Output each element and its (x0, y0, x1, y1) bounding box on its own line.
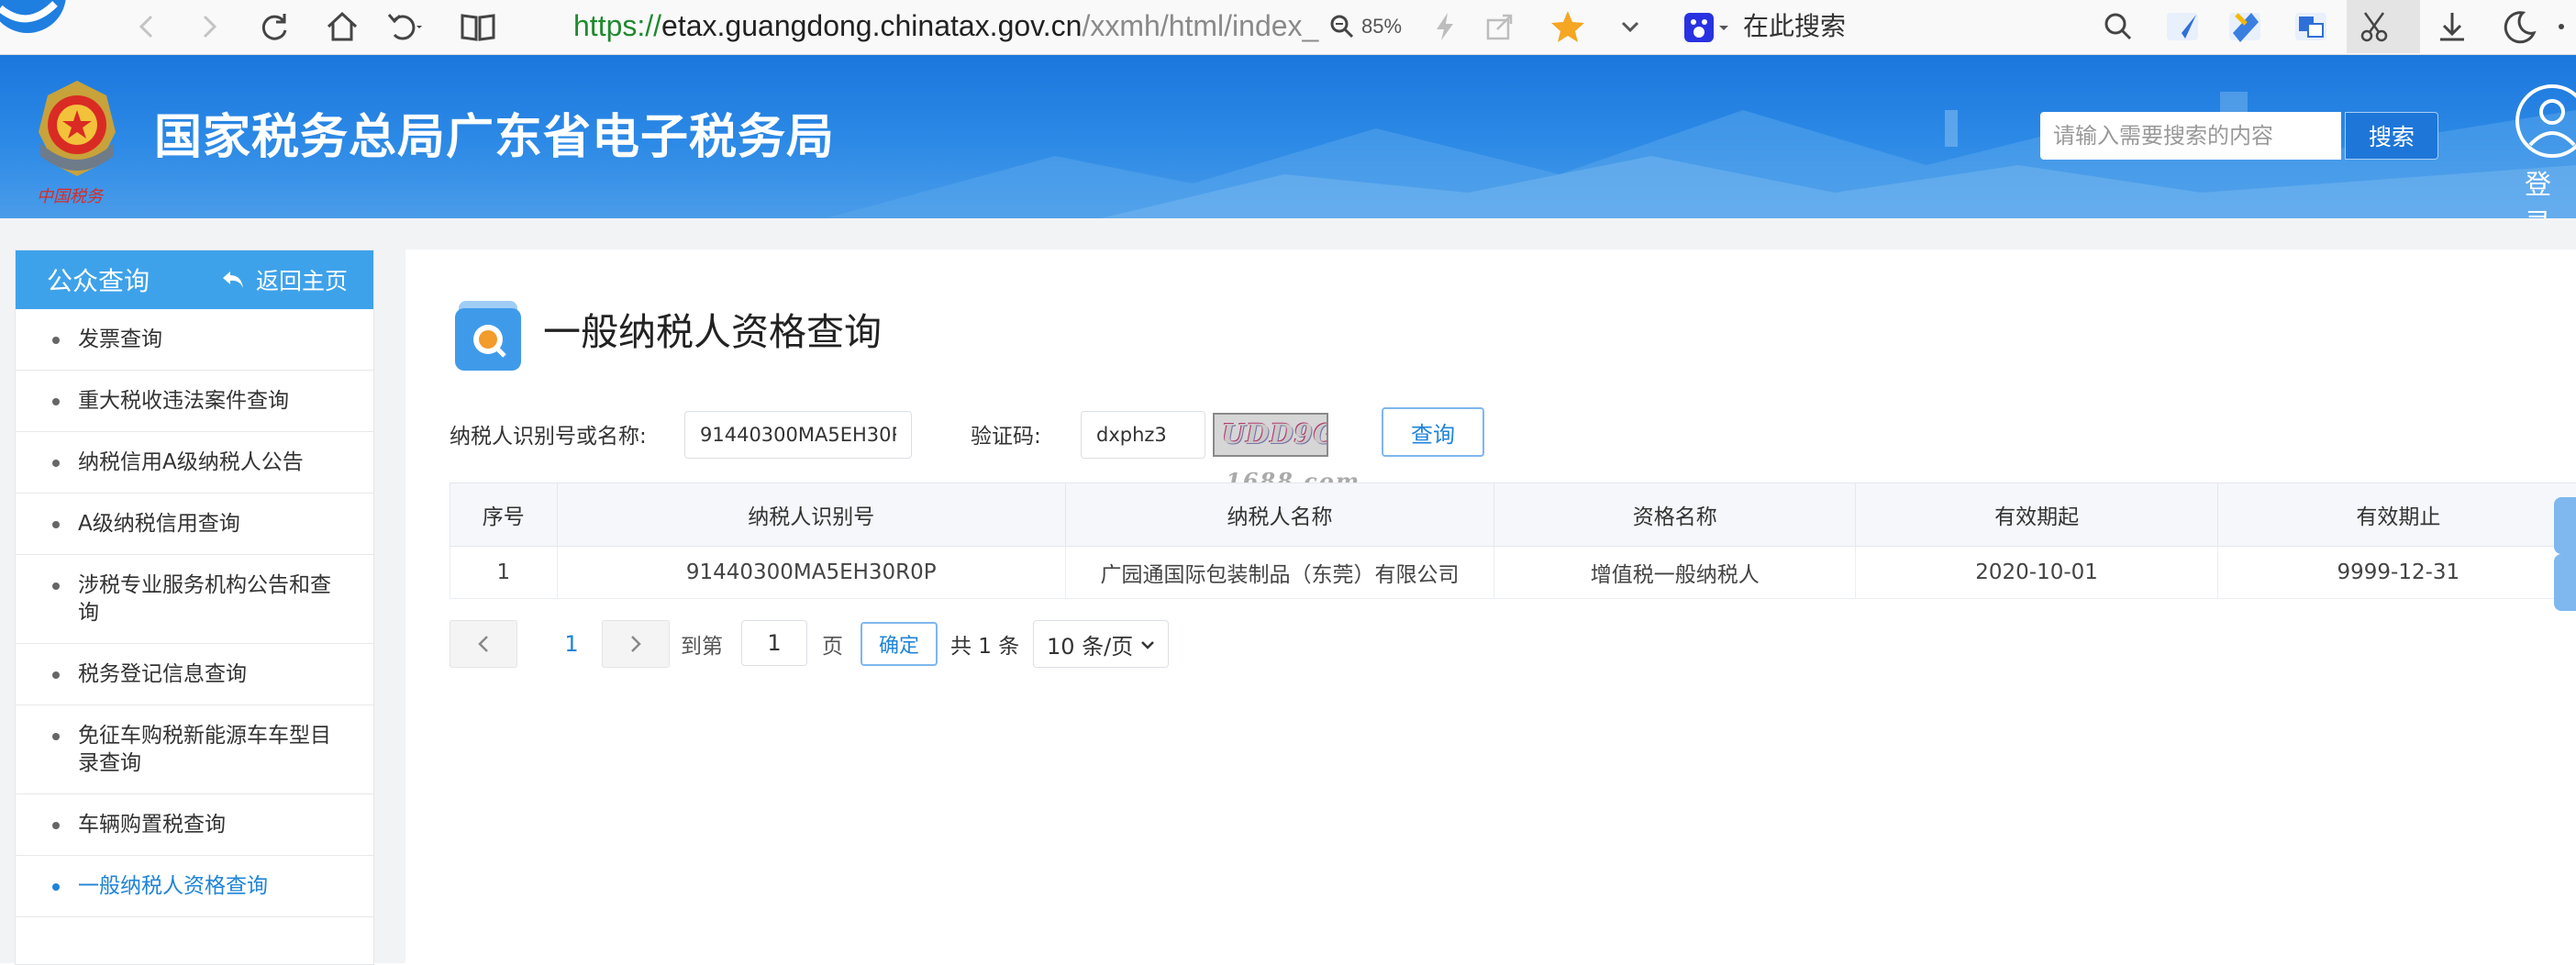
back-home-link[interactable]: 返回主页 (221, 263, 348, 296)
sidebar: 公众查询 返回主页 发票查询 重大税收违法案件查询 纳税信用A级纳税人公告 A级… (15, 250, 374, 965)
col-header-valid-to: 有效期止 (2217, 483, 2576, 547)
scissors-icon[interactable] (2354, 6, 2396, 48)
main-panel: 一般纳税人资格查询 纳税人识别号或名称: 验证码: UDD9G4 查询 1688… (405, 250, 2576, 963)
forward-icon[interactable] (187, 6, 229, 48)
result-table: 序号 纳税人识别号 纳税人名称 资格名称 有效期起 有效期止 1 9144030… (450, 482, 2576, 599)
table-header-row: 序号 纳税人识别号 纳税人名称 资格名称 有效期起 有效期止 (450, 483, 2576, 547)
chevron-down-icon[interactable] (1609, 6, 1651, 48)
browser-toolbar: https://etax.guangdong.chinatax.gov.cn/x… (0, 0, 2576, 55)
sidebar-title: 公众查询 (47, 261, 150, 298)
cell-valid-to: 9999-12-31 (2217, 547, 2576, 599)
header-search-button[interactable]: 搜索 (2345, 112, 2438, 160)
col-header-taxpayer-id: 纳税人识别号 (557, 483, 1065, 547)
pager-confirm-button[interactable]: 确定 (861, 622, 938, 666)
chevron-down-icon (1138, 636, 1157, 654)
sidebar-item-general-taxpayer[interactable]: 一般纳税人资格查询 (16, 856, 373, 917)
browser-search-box[interactable]: 在此搜索 (1681, 4, 2139, 50)
cell-taxpayer-name: 广园通国际包装制品（东莞）有限公司 (1065, 547, 1493, 599)
night-mode-icon[interactable] (2497, 6, 2539, 48)
sidebar-item-tax-registration[interactable]: 税务登记信息查询 (16, 644, 373, 705)
col-header-index: 序号 (450, 483, 558, 547)
page-size-select[interactable]: 10 条/页 (1033, 620, 1169, 668)
back-icon[interactable] (127, 6, 169, 48)
svg-text:中国税务: 中国税务 (37, 187, 105, 205)
chevron-right-icon (627, 634, 644, 654)
cell-valid-from: 2020-10-01 (1856, 547, 2217, 599)
refresh-icon[interactable] (253, 6, 295, 48)
browser-logo-icon (0, 0, 83, 40)
login-link[interactable]: 登录 (2525, 163, 2576, 218)
search-document-icon (453, 299, 523, 372)
cell-taxpayer-id: 91440300MA5EH30R0P (557, 547, 1065, 599)
search-icon[interactable] (2097, 6, 2139, 48)
zoom-indicator[interactable]: 85% (1328, 6, 1402, 48)
col-header-qualification: 资格名称 (1494, 483, 1856, 547)
pager-goto-suffix: 页 (822, 620, 843, 668)
sidebar-item-tax-violation-cases[interactable]: 重大税收违法案件查询 (16, 371, 373, 432)
share-icon[interactable] (1479, 6, 1521, 48)
sidebar-item-invoice-query[interactable]: 发票查询 (16, 309, 373, 371)
taxpayer-field-label: 纳税人识别号或名称: (450, 413, 647, 460)
captcha-image[interactable]: UDD9G4 (1213, 413, 1328, 457)
captcha-field-label: 验证码: (971, 413, 1041, 460)
sidebar-item-nev-catalog[interactable]: 免征车购税新能源车车型目录查询 (16, 705, 373, 794)
reader-icon[interactable] (457, 6, 499, 48)
address-bar[interactable]: https://etax.guangdong.chinatax.gov.cn/x… (532, 0, 1394, 51)
sidebar-item-vehicle-purchase-tax[interactable]: 车辆购置税查询 (16, 794, 373, 856)
taxpayer-id-input[interactable] (684, 411, 912, 459)
more-icon[interactable] (2552, 6, 2576, 48)
tax-emblem-logo: 中国税务 (26, 77, 128, 205)
undo-icon[interactable] (382, 6, 424, 48)
lightning-icon[interactable] (1424, 6, 1466, 48)
sidebar-item-a-level-credit-query[interactable]: A级纳税信用查询 (16, 494, 373, 555)
captcha-input[interactable] (1081, 411, 1205, 459)
baidu-paw-icon (1681, 7, 1732, 48)
cell-qualification: 增值税一般纳税人 (1494, 547, 1856, 599)
floating-service-tab[interactable] (2554, 497, 2576, 554)
col-header-taxpayer-name: 纳税人名称 (1065, 483, 1493, 547)
download-icon[interactable] (2431, 6, 2473, 48)
site-title: 国家税务总局广东省电子税务局 (154, 108, 835, 167)
url-text[interactable]: https://etax.guangdong.chinatax.gov.cn/x… (573, 6, 1318, 46)
pager-page-1[interactable]: 1 (549, 620, 594, 668)
chevron-left-icon (475, 634, 492, 654)
reply-arrow-icon (221, 270, 245, 290)
sidebar-menu: 发票查询 重大税收违法案件查询 纳税信用A级纳税人公告 A级纳税信用查询 涉税专… (16, 309, 373, 917)
sidebar-header: 公众查询 返回主页 (16, 250, 373, 309)
sidebar-item-a-level-announcement[interactable]: 纳税信用A级纳税人公告 (16, 432, 373, 494)
pager-goto-prefix: 到第 (681, 620, 723, 668)
site-header: 中国税务 国家税务总局广东省电子税务局 搜索 登录 (0, 55, 2576, 218)
header-search-input[interactable] (2040, 112, 2341, 160)
pager-prev-button[interactable] (450, 620, 517, 668)
ribbon-extension-icon[interactable] (2224, 6, 2266, 48)
translate-icon[interactable] (2290, 6, 2332, 48)
back-to-top-tab[interactable] (2554, 554, 2576, 611)
user-avatar-icon[interactable] (2514, 83, 2576, 160)
col-header-valid-from: 有效期起 (1856, 483, 2217, 547)
pager-goto-input[interactable] (741, 620, 807, 666)
table-row: 1 91440300MA5EH30R0P 广园通国际包装制品（东莞）有限公司 增… (450, 547, 2576, 599)
cell-index: 1 (450, 547, 558, 599)
home-icon[interactable] (321, 6, 363, 48)
page-title: 一般纳税人资格查询 (543, 306, 882, 358)
browser-search-hint: 在此搜索 (1743, 9, 1846, 44)
bird-extension-icon[interactable] (2161, 6, 2204, 48)
zoom-icon (1328, 13, 1356, 40)
query-button[interactable]: 查询 (1382, 407, 1484, 457)
sidebar-item-tax-service-agencies[interactable]: 涉税专业服务机构公告和查询 (16, 555, 373, 644)
favorite-star-icon[interactable] (1547, 6, 1589, 48)
pager-next-button[interactable] (602, 620, 670, 668)
pager-total: 共 1 条 (950, 620, 1019, 668)
